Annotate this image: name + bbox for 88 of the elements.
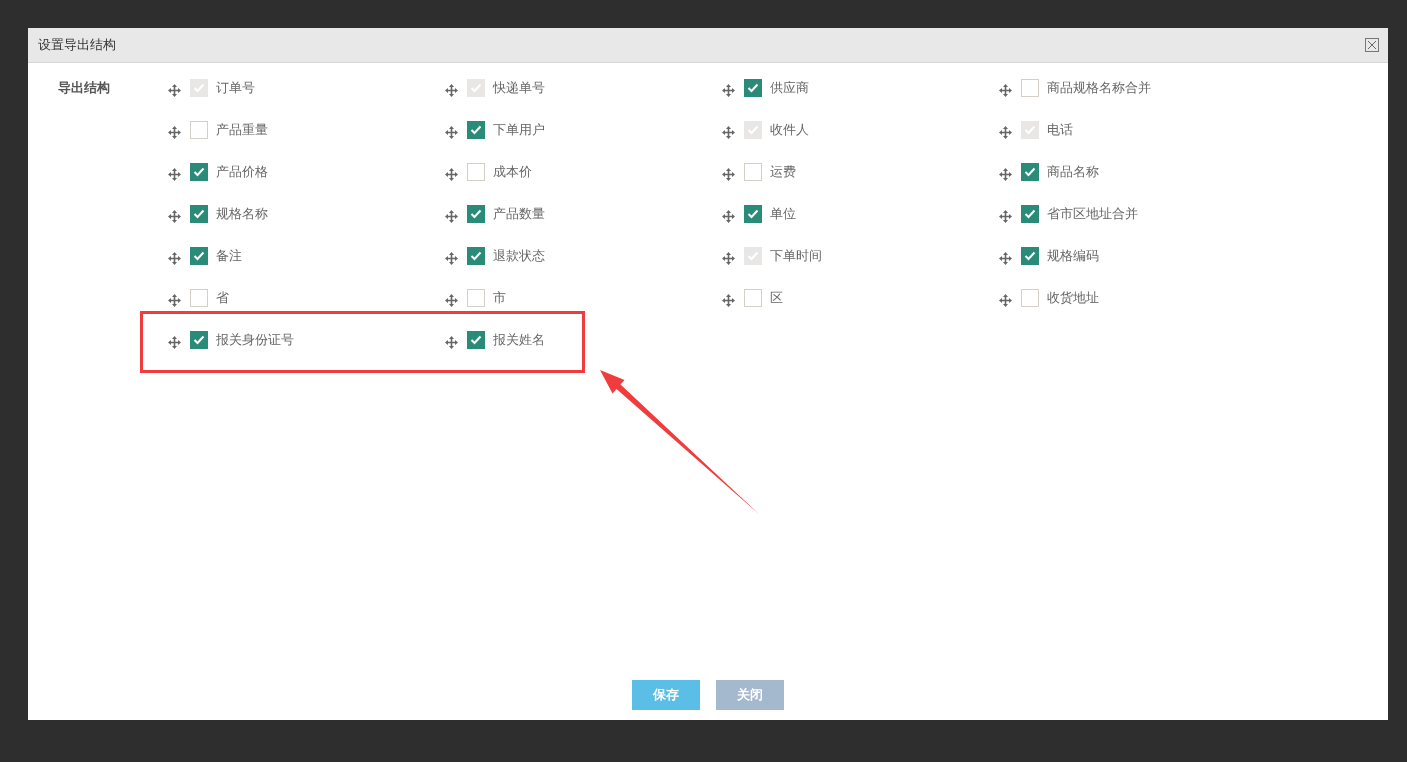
- option-label: 下单用户: [493, 121, 545, 139]
- checkbox[interactable]: [190, 163, 208, 181]
- checkbox[interactable]: [744, 79, 762, 97]
- check-mark-icon: [747, 209, 759, 219]
- option-label: 收货地址: [1047, 289, 1099, 307]
- option-label: 报关身份证号: [216, 331, 294, 349]
- checkbox[interactable]: [467, 121, 485, 139]
- checkbox[interactable]: [467, 247, 485, 265]
- drag-handle-icon[interactable]: [999, 207, 1012, 221]
- option-label: 产品重量: [216, 121, 268, 139]
- drag-handle-icon[interactable]: [168, 207, 181, 221]
- section-label: 导出结构: [58, 79, 111, 97]
- check-mark-icon: [470, 335, 482, 345]
- check-mark-icon: [193, 209, 205, 219]
- option-label: 省: [216, 289, 229, 307]
- drag-handle-icon[interactable]: [722, 291, 735, 305]
- check-mark-icon: [747, 251, 759, 261]
- check-mark-icon: [193, 167, 205, 177]
- drag-handle-icon[interactable]: [999, 249, 1012, 263]
- drag-handle-icon[interactable]: [445, 207, 458, 221]
- check-mark-icon: [470, 251, 482, 261]
- check-mark-icon: [747, 125, 759, 135]
- option-label: 区: [770, 289, 783, 307]
- option-label: 产品价格: [216, 163, 268, 181]
- check-mark-icon: [193, 335, 205, 345]
- drag-handle-icon[interactable]: [999, 291, 1012, 305]
- checkbox[interactable]: [190, 205, 208, 223]
- option-label: 单位: [770, 205, 796, 223]
- option-label: 订单号: [216, 79, 255, 97]
- check-mark-icon: [470, 209, 482, 219]
- close-button[interactable]: 关闭: [716, 680, 784, 710]
- save-button[interactable]: 保存: [632, 680, 700, 710]
- checkbox[interactable]: [190, 331, 208, 349]
- option-label: 省市区地址合并: [1047, 205, 1138, 223]
- drag-handle-icon[interactable]: [168, 291, 181, 305]
- option-label: 退款状态: [493, 247, 545, 265]
- drag-handle-icon[interactable]: [722, 123, 735, 137]
- check-mark-icon: [1024, 251, 1036, 261]
- option-label: 运费: [770, 163, 796, 181]
- checkbox[interactable]: [190, 247, 208, 265]
- drag-handle-icon[interactable]: [722, 207, 735, 221]
- checkbox[interactable]: [744, 205, 762, 223]
- drag-handle-icon[interactable]: [445, 81, 458, 95]
- drag-handle-icon[interactable]: [168, 123, 181, 137]
- checkbox[interactable]: [467, 331, 485, 349]
- drag-handle-icon[interactable]: [445, 165, 458, 179]
- check-mark-icon: [470, 125, 482, 135]
- check-mark-icon: [1024, 125, 1036, 135]
- close-icon[interactable]: [1365, 38, 1379, 52]
- check-mark-icon: [193, 83, 205, 93]
- option-label: 市: [493, 289, 506, 307]
- option-label: 电话: [1047, 121, 1073, 139]
- check-mark-icon: [193, 251, 205, 261]
- drag-handle-icon[interactable]: [999, 81, 1012, 95]
- option-label: 产品数量: [493, 205, 545, 223]
- drag-handle-icon[interactable]: [445, 333, 458, 347]
- option-label: 商品名称: [1047, 163, 1099, 181]
- option-label: 规格名称: [216, 205, 268, 223]
- drag-handle-icon[interactable]: [999, 165, 1012, 179]
- checkbox[interactable]: [1021, 205, 1039, 223]
- checkbox[interactable]: [1021, 247, 1039, 265]
- drag-handle-icon[interactable]: [722, 165, 735, 179]
- option-label: 成本价: [493, 163, 532, 181]
- drag-handle-icon[interactable]: [722, 81, 735, 95]
- check-mark-icon: [747, 83, 759, 93]
- option-label: 商品规格名称合并: [1047, 79, 1151, 97]
- drag-handle-icon[interactable]: [445, 291, 458, 305]
- check-mark-icon: [1024, 209, 1036, 219]
- checkbox[interactable]: [1021, 163, 1039, 181]
- check-mark-icon: [1024, 167, 1036, 177]
- option-label: 收件人: [770, 121, 809, 139]
- drag-handle-icon[interactable]: [168, 333, 181, 347]
- option-label: 备注: [216, 247, 242, 265]
- drag-handle-icon[interactable]: [445, 123, 458, 137]
- checkbox[interactable]: [467, 205, 485, 223]
- dialog-title: 设置导出结构: [38, 36, 116, 54]
- check-mark-icon: [470, 83, 482, 93]
- drag-handle-icon[interactable]: [445, 249, 458, 263]
- drag-handle-icon[interactable]: [999, 123, 1012, 137]
- option-label: 报关姓名: [493, 331, 545, 349]
- drag-handle-icon[interactable]: [168, 165, 181, 179]
- option-label: 下单时间: [770, 247, 822, 265]
- drag-handle-icon[interactable]: [722, 249, 735, 263]
- option-label: 快递单号: [493, 79, 545, 97]
- option-label: 规格编码: [1047, 247, 1099, 265]
- drag-handle-icon[interactable]: [168, 249, 181, 263]
- drag-handle-icon[interactable]: [168, 81, 181, 95]
- option-label: 供应商: [770, 79, 809, 97]
